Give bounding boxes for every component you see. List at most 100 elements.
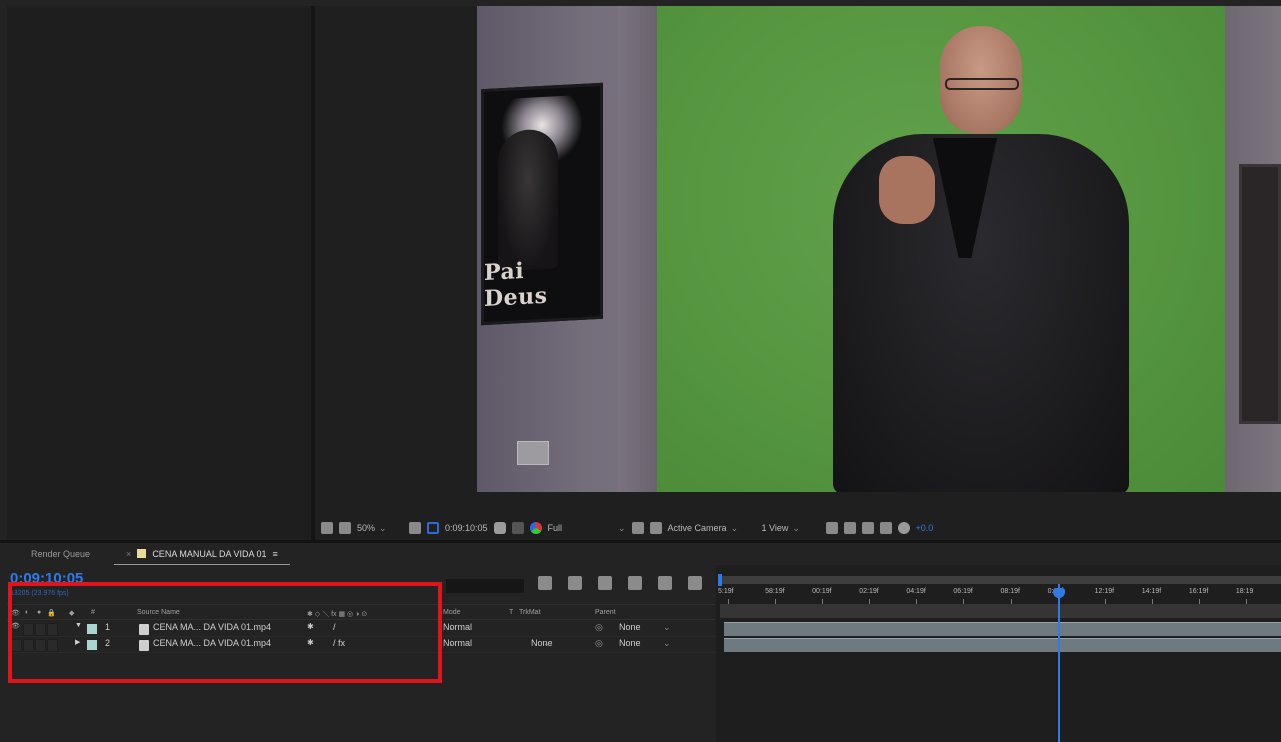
- expand-caret-icon[interactable]: ▶: [75, 638, 80, 646]
- frame-blending-icon[interactable]: [628, 576, 642, 590]
- switches-header-icons: ✱ ◇ ＼ fx ▦ ◎ ◑ ⊙: [307, 611, 368, 618]
- parent-value: None: [619, 638, 641, 648]
- tab-composition[interactable]: × CENA MANUAL DA VIDA 01 ≡: [114, 543, 290, 565]
- layer-row[interactable]: 👁 ▼ 1 CENA MA... DA VIDA 01.mp4 ✱ / Norm…: [7, 622, 715, 637]
- graph-editor-icon[interactable]: [688, 576, 702, 590]
- motion-blur-icon[interactable]: [658, 576, 672, 590]
- audio-switch[interactable]: [23, 623, 34, 636]
- track-header-bar: [720, 604, 1281, 618]
- layer-bar[interactable]: [724, 638, 1281, 652]
- quality-switch[interactable]: /: [333, 622, 336, 632]
- ruler-tick-label: 04:19f: [906, 588, 926, 595]
- grid-icon[interactable]: [409, 522, 421, 534]
- solo-switch[interactable]: [35, 639, 46, 652]
- always-preview-icon[interactable]: [321, 522, 333, 534]
- comp-color-swatch: [137, 549, 147, 558]
- mode-header: Mode: [443, 609, 461, 616]
- lock-icon: 🔒: [47, 610, 56, 617]
- person-hand: [879, 156, 935, 224]
- layer-number: 2: [105, 638, 111, 648]
- pick-whip-icon[interactable]: ◎: [595, 638, 603, 649]
- expand-caret-icon[interactable]: ▼: [75, 622, 82, 629]
- shy-switch-icon[interactable]: ✱: [307, 622, 314, 631]
- label-color-swatch[interactable]: [87, 624, 97, 634]
- channel-icon[interactable]: [529, 522, 542, 534]
- exposure-reset-icon[interactable]: [897, 522, 910, 534]
- visibility-toggle-icon[interactable]: 👁: [11, 622, 20, 630]
- show-snapshot-icon[interactable]: [511, 522, 524, 534]
- camera-select[interactable]: Active Camera ⌄: [668, 523, 756, 534]
- mode-value: Normal: [443, 622, 473, 632]
- poster-title: Pai Deus: [484, 257, 548, 313]
- visibility-switch[interactable]: [11, 639, 22, 652]
- t-header: T: [509, 609, 514, 616]
- timeline-icon[interactable]: [861, 522, 874, 534]
- timeline-switches: [538, 576, 702, 590]
- frame-rate: 13205 (23.976 fps): [10, 590, 69, 597]
- label-tag-icon: ◆: [69, 610, 75, 617]
- exposure-value[interactable]: +0.0: [916, 523, 934, 533]
- view-layout-select[interactable]: 1 View ⌄: [762, 523, 820, 534]
- time-ruler[interactable]: 5:19f 58:19f 00:19f 02:19f 04:19f 06:19f 08:19…: [716, 584, 1281, 604]
- wall-right: [1225, 6, 1281, 492]
- search-input[interactable]: [446, 579, 524, 593]
- layer-bar[interactable]: [724, 622, 1281, 636]
- toggle-pixel-aspect-icon[interactable]: [825, 522, 838, 534]
- effects-switch[interactable]: / fx: [333, 638, 345, 648]
- work-area-bar[interactable]: [718, 574, 1281, 586]
- magnification-value: 50%: [357, 523, 376, 533]
- timeline-tabs: Render Queue × CENA MANUAL DA VIDA 01 ≡: [7, 543, 1281, 565]
- mask-visibility-icon[interactable]: [427, 522, 439, 534]
- monitor-icon[interactable]: [339, 522, 351, 534]
- layer-source-name[interactable]: CENA MA... DA VIDA 01.mp4: [153, 622, 271, 632]
- flowchart-icon[interactable]: [879, 522, 892, 534]
- person-glasses: [945, 78, 1019, 90]
- layer-header-row: 👁 ◐ ● 🔒 ◆ # Source Name ✱ ◇ ＼ fx ▦ ◎ ◑ ⊙…: [7, 604, 715, 620]
- trkmat-header: TrkMat: [519, 609, 541, 616]
- visibility-icon: 👁: [11, 610, 20, 617]
- panel-menu-icon[interactable]: ≡: [273, 549, 278, 559]
- footage-frame: Pai Deus: [477, 6, 1281, 492]
- current-time[interactable]: 0:09:10:05: [10, 570, 83, 587]
- ruler-tick-label: 18:19: [1235, 588, 1254, 595]
- lock-switch[interactable]: [47, 639, 58, 652]
- layer-row[interactable]: ▶ 2 CENA MA... DA VIDA 01.mp4 ✱ / fx Nor…: [7, 638, 715, 653]
- snapshot-icon[interactable]: [493, 522, 506, 534]
- fast-previews-icon[interactable]: [843, 522, 856, 534]
- comp-mini-flowchart-icon[interactable]: [538, 576, 552, 590]
- solo-switch[interactable]: [35, 623, 46, 636]
- ruler-tick-label: 5:19f: [718, 588, 734, 595]
- region-of-interest-icon[interactable]: [631, 522, 644, 534]
- ruler-tick-label: 08:19f: [1000, 588, 1020, 595]
- layer-source-name[interactable]: CENA MA... DA VIDA 01.mp4: [153, 638, 271, 648]
- source-name-header[interactable]: Source Name: [137, 609, 180, 616]
- ruler-tick-label: 58:19f: [765, 588, 785, 595]
- ruler-tick-label: 06:19f: [953, 588, 973, 595]
- poster: Pai Deus: [481, 82, 603, 326]
- camera-value: Active Camera: [667, 523, 727, 533]
- viewer-timecode[interactable]: 0:09:10:05: [445, 523, 488, 533]
- lock-switch[interactable]: [47, 623, 58, 636]
- tab-render-queue[interactable]: Render Queue: [7, 543, 102, 565]
- close-icon[interactable]: ×: [126, 549, 131, 559]
- tab-composition-label: CENA MANUAL DA VIDA 01: [152, 548, 267, 559]
- ruler-tick-label: 12:19f: [1094, 588, 1115, 595]
- shy-layers-icon[interactable]: [598, 576, 612, 590]
- pick-whip-icon[interactable]: ◎: [595, 622, 603, 633]
- ruler-tick-label: 02:19f: [859, 588, 879, 595]
- audio-switch[interactable]: [23, 639, 34, 652]
- draft-3d-icon[interactable]: [568, 576, 582, 590]
- ruler-tick-label: 16:19f: [1188, 588, 1209, 595]
- layer-number-header: #: [91, 609, 95, 616]
- magnification-select[interactable]: 50% ⌄: [357, 523, 403, 534]
- viewer-toolbar: 50% ⌄ 0:09:10:05 Full ⌄ Active Camera ⌄ 1 V…: [315, 516, 1281, 540]
- parent-header: Parent: [595, 609, 616, 616]
- transparency-grid-icon[interactable]: [649, 522, 662, 534]
- audio-icon: ◐: [25, 609, 30, 616]
- ruler-tick-label: 00:19f: [812, 588, 832, 595]
- label-color-swatch[interactable]: [87, 640, 97, 650]
- tab-render-queue-label: Render Queue: [31, 549, 91, 559]
- current-time-indicator[interactable]: [1058, 584, 1060, 742]
- resolution-select[interactable]: Full ⌄: [548, 523, 626, 534]
- shy-switch-icon[interactable]: ✱: [307, 638, 314, 647]
